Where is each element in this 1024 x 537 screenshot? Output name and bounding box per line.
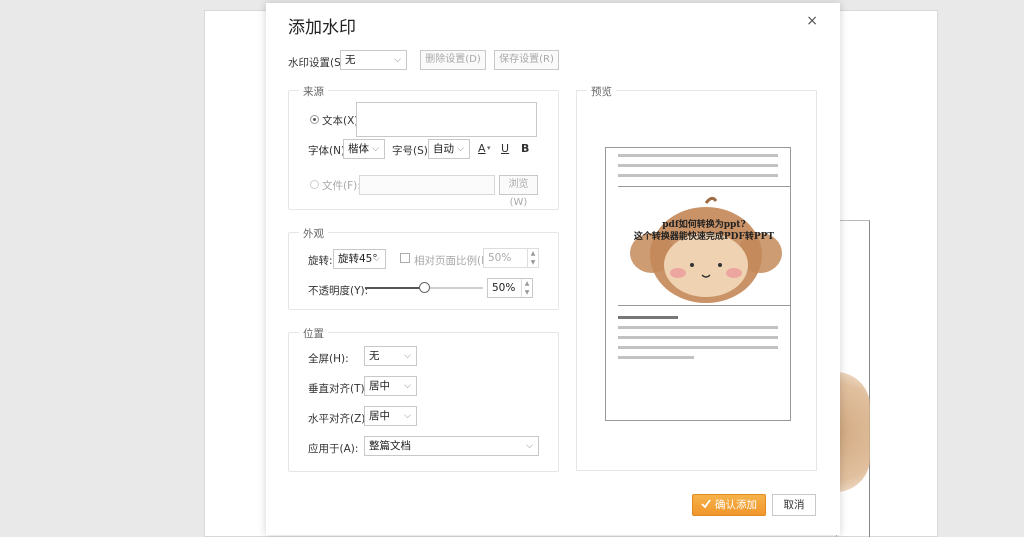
preview-text-line xyxy=(618,154,778,157)
chevron-down-icon: ⌵ xyxy=(373,254,380,264)
file-label: 文件(F): xyxy=(322,180,361,192)
font-size-select-value: 自动 xyxy=(433,143,454,155)
relative-scale-value: 50% xyxy=(488,252,512,264)
font-select[interactable]: 楷体 ⌵ xyxy=(343,139,385,159)
chevron-down-icon: ⌵ xyxy=(404,411,411,421)
preset-select[interactable]: 无 ⌵ xyxy=(340,50,407,70)
watermark-text-input[interactable] xyxy=(356,102,537,137)
spinner-arrows-icon[interactable]: ▲ ▼ xyxy=(527,249,538,267)
save-preset-button[interactable]: 保存设置(R) xyxy=(494,50,559,70)
chevron-down-icon: ⌵ xyxy=(404,381,411,391)
preview-text-line xyxy=(618,336,778,339)
appearance-group: 外观 xyxy=(288,226,559,310)
preview-panel: 预览 pdf如何转换为ppt? 这个转换器能快速完成PDF转PPT xyxy=(576,84,817,471)
opacity-slider-handle[interactable] xyxy=(419,282,430,293)
apply-to-select-value: 整篇文档 xyxy=(369,440,411,452)
vertical-align-label: 垂直对齐(T): xyxy=(308,383,369,395)
chevron-down-icon: ⌵ xyxy=(457,144,464,154)
spinner-arrows-icon[interactable]: ▲ ▼ xyxy=(521,279,532,297)
preview-text-line xyxy=(618,356,694,359)
font-size-label: 字号(S): xyxy=(392,145,432,157)
opacity-label: 不透明度(Y): xyxy=(308,285,369,297)
dialog-title: 添加水印 xyxy=(288,18,356,38)
confirm-add-label: 确认添加 xyxy=(715,499,757,511)
vertical-align-select-value: 居中 xyxy=(369,380,390,392)
delete-preset-button[interactable]: 删除设置(D) xyxy=(420,50,486,70)
rotation-select-value: 旋转45° xyxy=(338,253,378,265)
bold-button[interactable]: B xyxy=(521,142,529,155)
font-size-select[interactable]: 自动 ⌵ xyxy=(428,139,470,159)
vertical-align-select[interactable]: 居中 ⌵ xyxy=(364,376,417,396)
browse-button[interactable]: 浏览(W) xyxy=(499,175,538,208)
position-group-title: 位置 xyxy=(299,326,328,341)
horizontal-align-select[interactable]: 居中 ⌵ xyxy=(364,406,417,426)
preview-text-line xyxy=(618,174,778,177)
preview-text-line xyxy=(618,346,778,349)
chevron-down-icon: ⌵ xyxy=(404,351,411,361)
chevron-down-icon: ⌵ xyxy=(526,441,533,451)
preview-page: pdf如何转换为ppt? 这个转换器能快速完成PDF转PPT xyxy=(605,147,791,421)
font-color-chevron-icon[interactable]: ▾ xyxy=(487,144,491,152)
appearance-group-title: 外观 xyxy=(299,226,328,241)
chevron-down-icon: ⌵ xyxy=(394,55,401,65)
rotation-label: 旋转: xyxy=(308,255,333,267)
preview-text-line xyxy=(618,164,778,167)
apply-to-select[interactable]: 整篇文档 ⌵ xyxy=(364,436,539,456)
source-group-title: 来源 xyxy=(299,84,328,99)
horizontal-align-select-value: 居中 xyxy=(369,410,390,422)
file-radio[interactable] xyxy=(310,180,319,189)
fullscreen-label: 全屏(H): xyxy=(308,353,349,365)
preview-title: 预览 xyxy=(587,84,616,99)
text-radio[interactable] xyxy=(310,115,319,124)
font-color-icon[interactable]: A xyxy=(478,142,486,155)
rotation-select[interactable]: 旋转45° ⌵ xyxy=(333,249,386,269)
background-image-fragment xyxy=(836,372,870,492)
fullscreen-select-value: 无 xyxy=(369,350,380,362)
close-icon[interactable]: × xyxy=(806,13,818,29)
preview-heading-line xyxy=(618,316,678,319)
horizontal-align-label: 水平对齐(Z): xyxy=(308,413,369,425)
monkey-illustration xyxy=(630,196,782,303)
font-select-value: 楷体 xyxy=(348,143,369,155)
add-watermark-dialog: 添加水印 × 水印设置(S): 无 ⌵ 删除设置(D) 保存设置(R) 来源 文… xyxy=(266,3,840,535)
opacity-slider-fill xyxy=(365,287,424,289)
chevron-down-icon: ⌵ xyxy=(372,144,379,154)
apply-to-label: 应用于(A): xyxy=(308,443,359,455)
preview-text-line xyxy=(618,326,778,329)
preview-image: pdf如何转换为ppt? 这个转换器能快速完成PDF转PPT xyxy=(618,186,790,306)
relative-scale-checkbox[interactable] xyxy=(400,253,410,263)
watermark-line-2: 这个转换器能快速完成PDF转PPT xyxy=(633,232,775,242)
preset-select-value: 无 xyxy=(345,54,356,66)
confirm-add-button[interactable]: 确认添加 xyxy=(692,494,766,516)
cancel-button[interactable]: 取消 xyxy=(772,494,816,516)
fullscreen-select[interactable]: 无 ⌵ xyxy=(364,346,417,366)
underline-button[interactable]: U xyxy=(501,142,509,155)
opacity-spinner[interactable]: 50% ▲ ▼ xyxy=(487,278,533,298)
check-logo-icon xyxy=(701,499,711,509)
opacity-value: 50% xyxy=(492,282,516,294)
file-path-input[interactable] xyxy=(359,175,495,195)
relative-scale-spinner[interactable]: 50% ▲ ▼ xyxy=(483,248,539,268)
